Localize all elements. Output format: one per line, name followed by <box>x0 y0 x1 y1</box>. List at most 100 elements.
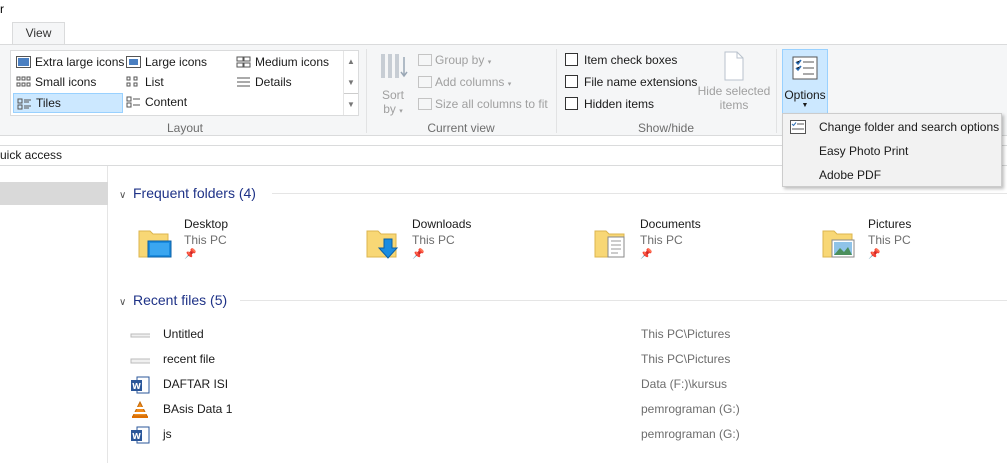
word-doc-icon: W <box>131 426 150 444</box>
sort-icon <box>381 54 408 78</box>
folder-tile-desktop[interactable]: Desktop This PC 📌 <box>120 217 320 267</box>
recent-file-location: pemrograman (G:) <box>641 427 740 441</box>
layout-content[interactable]: Content <box>123 92 187 112</box>
small-icons-icon <box>16 76 31 87</box>
layout-item-label: Content <box>145 95 188 109</box>
folder-tile-downloads[interactable]: Downloads This PC 📌 <box>348 217 548 267</box>
sort-by-label: by ▾ <box>383 102 403 116</box>
image-file-icon <box>130 358 150 364</box>
address-text: uick access <box>0 148 63 162</box>
options-label: Options <box>784 88 826 102</box>
layout-item-label: Tiles <box>36 96 61 110</box>
group-label-layout: Layout <box>166 121 204 135</box>
layout-gallery-scroll: ▲ ▼ ▼ <box>343 51 358 115</box>
file-name-extensions-checkbox[interactable] <box>565 75 578 88</box>
nav-item-selected[interactable] <box>0 182 108 205</box>
layout-small-icons[interactable]: Small icons <box>13 72 96 92</box>
window-title: r <box>0 2 4 16</box>
downloads-folder-icon <box>366 230 399 259</box>
hide-selected-items-button[interactable]: Hide selected items <box>696 51 772 117</box>
folder-location: This PC <box>412 233 455 247</box>
recent-file-row[interactable]: W js pemrograman (G:) <box>128 422 988 447</box>
large-icons-icon <box>126 56 141 68</box>
menu-item-easy-photo-print[interactable]: Easy Photo Print <box>784 139 1001 163</box>
pin-icon: 📌 <box>412 249 425 260</box>
recent-file-row[interactable]: Untitled This PC\Pictures <box>128 322 988 347</box>
title-bar: r <box>0 0 1007 22</box>
list-view-icon <box>126 76 138 87</box>
recent-file-row[interactable]: BAsis Data 1 pemrograman (G:) <box>128 397 988 422</box>
menu-item-adobe-pdf[interactable]: Adobe PDF <box>784 163 1001 187</box>
recent-file-row[interactable]: recent file This PC\Pictures <box>128 347 988 372</box>
group-label-show-hide: Show/hide <box>637 121 695 135</box>
documents-folder-icon <box>594 230 625 258</box>
hide-selected-line1: Hide selected <box>697 84 771 98</box>
details-view-icon <box>237 77 250 87</box>
layout-list[interactable]: List <box>123 72 164 92</box>
size-columns-icon <box>418 98 432 110</box>
gallery-scroll-down-icon[interactable]: ▼ <box>344 72 358 93</box>
layout-medium-icons[interactable]: Medium icons <box>233 52 329 72</box>
menu-item-change-folder-options[interactable]: Change folder and search options <box>784 115 1001 139</box>
add-columns-icon <box>418 76 432 88</box>
folder-tile-documents[interactable]: Documents This PC 📌 <box>576 217 776 267</box>
layout-item-label: Extra large icons <box>35 55 125 69</box>
options-icon <box>792 56 818 80</box>
item-check-boxes-checkbox[interactable] <box>565 53 578 66</box>
hidden-items-checkbox[interactable] <box>565 97 578 110</box>
chevron-down-icon[interactable]: ∨ <box>119 186 133 206</box>
folder-name: Pictures <box>868 217 912 231</box>
section-divider <box>272 193 1007 194</box>
recent-file-location: pemrograman (G:) <box>641 402 740 416</box>
group-separator <box>366 49 367 133</box>
layout-details[interactable]: Details <box>233 72 292 92</box>
recent-file-location: Data (F:)\kursus <box>641 377 728 391</box>
tiles-view-icon <box>17 98 31 110</box>
frequent-folders-header[interactable]: ∨ Frequent folders (4) <box>119 183 256 203</box>
gallery-scroll-up-icon[interactable]: ▲ <box>344 51 358 72</box>
file-name-extensions-toggle[interactable]: File name extensions <box>565 72 697 92</box>
recent-file-location: This PC\Pictures <box>641 327 731 341</box>
options-dropdown-icon: ▼ <box>801 102 809 109</box>
recent-files-header[interactable]: ∨ Recent files (5) <box>119 290 227 310</box>
folder-options-icon <box>790 120 806 134</box>
folder-name: Documents <box>640 217 701 231</box>
sort-label: Sort <box>381 88 404 102</box>
svg-text:W: W <box>132 432 141 441</box>
layout-tiles[interactable]: Tiles <box>13 93 123 113</box>
pin-icon: 📌 <box>640 249 653 260</box>
navigation-pane <box>0 166 108 463</box>
folder-location: This PC <box>868 233 911 247</box>
hide-selected-icon <box>724 51 744 81</box>
recent-file-name: recent file <box>163 352 216 366</box>
gallery-expand-icon[interactable]: ▼ <box>344 93 358 114</box>
recent-file-row[interactable]: W DAFTAR ISI Data (F:)\kursus <box>128 372 988 397</box>
tab-view[interactable]: View <box>12 22 65 45</box>
content-view-icon <box>126 96 140 108</box>
layout-gallery: Extra large icons Large icons Medium ico… <box>10 50 359 116</box>
add-columns-button[interactable]: Add columns ▾ <box>418 72 511 92</box>
options-button[interactable]: Options ▼ <box>782 49 828 115</box>
group-separator <box>776 49 777 133</box>
pin-icon: 📌 <box>184 249 197 260</box>
size-columns-button[interactable]: Size all columns to fit <box>418 94 548 114</box>
recent-file-name: DAFTAR ISI <box>163 377 229 391</box>
layout-extra-large-icons[interactable]: Extra large icons <box>13 52 124 72</box>
folder-name: Downloads <box>412 217 472 231</box>
section-divider <box>240 300 1007 301</box>
sort-by-button[interactable]: Sort by ▾ <box>378 51 408 117</box>
ribbon-tab-strip: View <box>0 22 1007 45</box>
hidden-items-toggle[interactable]: Hidden items <box>565 94 654 114</box>
folder-tile-pictures[interactable]: Pictures This PC 📌 <box>804 217 1004 267</box>
layout-item-label: Medium icons <box>255 55 330 69</box>
group-by-button[interactable]: Group by ▾ <box>418 50 491 70</box>
options-dropdown-menu: Change folder and search options Easy Ph… <box>782 113 1002 187</box>
layout-item-label: Large icons <box>145 55 208 69</box>
recent-file-name: BAsis Data 1 <box>163 402 233 416</box>
folder-name: Desktop <box>184 217 229 231</box>
layout-large-icons[interactable]: Large icons <box>123 52 207 72</box>
pin-icon: 📌 <box>868 249 881 260</box>
chevron-down-icon[interactable]: ∨ <box>119 293 133 313</box>
item-check-boxes-toggle[interactable]: Item check boxes <box>565 50 677 70</box>
group-separator <box>556 49 557 133</box>
